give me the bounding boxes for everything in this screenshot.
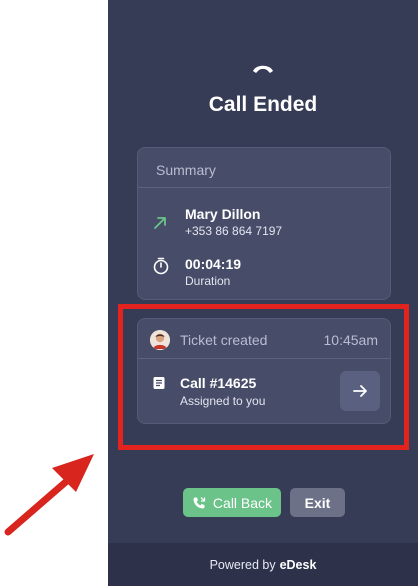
call-back-label: Call Back — [212, 494, 273, 511]
page-title: Call Ended — [208, 93, 318, 116]
outgoing-call-arrow-icon — [154, 217, 166, 229]
duration-value: 00:04:19 — [185, 256, 242, 272]
duration-label: Duration — [185, 274, 231, 288]
call-back-button[interactable]: Call Back — [183, 488, 281, 517]
edesk-logo: eDesk — [279, 557, 317, 572]
summary-card: Summary Mary Dillon +353 86 864 7197 00:… — [137, 147, 391, 300]
phone-hangup-icon — [253, 65, 273, 73]
stopwatch-icon — [153, 257, 169, 275]
footer: Powered by eDesk — [108, 543, 418, 586]
caller-name: Mary Dillon — [185, 206, 261, 222]
phone-callback-icon — [193, 496, 206, 508]
annotation-arrow-icon — [4, 454, 94, 536]
highlight-box — [118, 304, 409, 450]
exit-button[interactable]: Exit — [290, 488, 345, 517]
powered-by-label: Powered by — [209, 557, 276, 572]
caller-phone: +353 86 864 7197 — [185, 224, 283, 238]
summary-heading: Summary — [138, 148, 390, 188]
call-ended-panel: Call Ended Summary Mary Dillon +353 86 8… — [108, 0, 418, 586]
